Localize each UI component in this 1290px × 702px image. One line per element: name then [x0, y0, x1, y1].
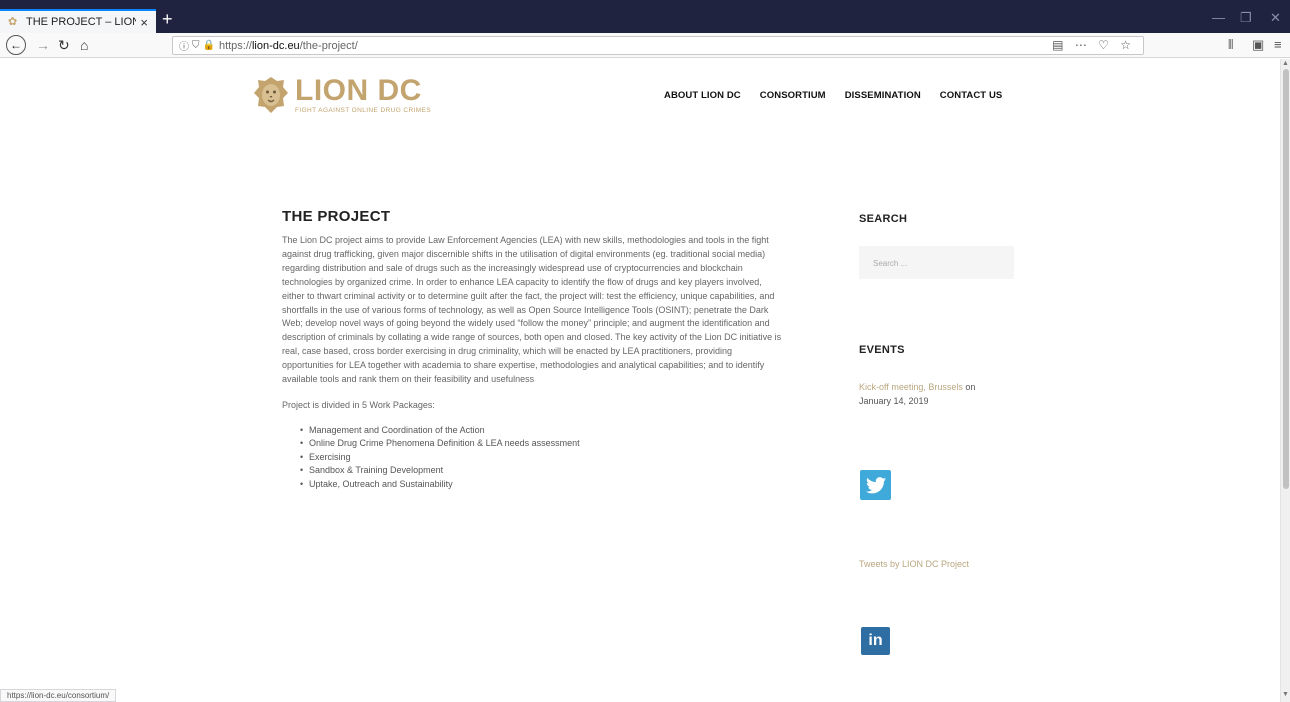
linkedin-icon[interactable]: in [861, 627, 890, 655]
site-logo[interactable]: LION DC FIGHT AGAINST ONLINE DRUG CRIMES [253, 75, 431, 115]
nav-dissemination[interactable]: DISSEMINATION [845, 90, 921, 101]
url-host: lion-dc.eu [251, 39, 300, 52]
nav-contact[interactable]: CONTACT US [940, 90, 1003, 101]
info-icon[interactable]: ⓘ [179, 38, 189, 53]
menu-icon[interactable]: ≡ [1274, 37, 1282, 52]
home-icon[interactable]: ⌂ [80, 36, 88, 54]
list-item: Management and Coordination of the Actio… [300, 424, 782, 438]
events-heading: EVENTS [859, 344, 905, 356]
main-navigation: ABOUT LION DC CONSORTIUM DISSEMINATION C… [664, 90, 1021, 101]
back-icon[interactable]: ← [6, 35, 26, 55]
logo-title: LION DC [295, 74, 422, 107]
forward-icon[interactable]: → [36, 36, 50, 54]
site-favicon-icon: ✿ [8, 16, 18, 28]
scroll-down-icon[interactable]: ▼ [1282, 691, 1289, 698]
status-bar: https://lion-dc.eu/consortium/ [0, 689, 117, 702]
work-packages-intro: Project is divided in 5 Work Packages: [282, 399, 435, 410]
page-title: THE PROJECT [282, 208, 391, 225]
article: THE PROJECT The Lion DC project aims to … [282, 208, 782, 491]
event-item: Kick-off meeting, Brussels on January 14… [859, 380, 1019, 408]
nav-about[interactable]: ABOUT LION DC [664, 90, 741, 101]
lock-icon: 🔒 [202, 40, 215, 51]
logo-tagline: FIGHT AGAINST ONLINE DRUG CRIMES [295, 107, 432, 114]
project-description: The Lion DC project aims to provide Law … [282, 235, 782, 385]
twitter-bird-icon [865, 476, 886, 493]
browser-toolbar: ← → ↻ ⌂ ⓘ ⛉ 🔒 https://lion-dc.eu/the-pro… [0, 33, 1290, 58]
list-item: Uptake, Outreach and Sustainability [300, 478, 782, 492]
lion-logo-icon [254, 77, 288, 113]
restore-icon[interactable]: ❐ [1240, 10, 1252, 26]
url-scheme: https:// [218, 39, 252, 52]
search-heading: SEARCH [859, 213, 908, 225]
reload-icon[interactable]: ↻ [58, 36, 70, 54]
work-packages-list: Management and Coordination of the Actio… [300, 424, 782, 491]
event-on: on [965, 382, 976, 392]
tweets-link[interactable]: Tweets by LION DC Project [859, 559, 969, 569]
new-tab-icon[interactable]: + [162, 10, 173, 28]
event-link[interactable]: Kick-off meeting, Brussels [859, 382, 963, 392]
scroll-up-icon[interactable]: ▲ [1282, 60, 1289, 67]
list-item: Sandbox & Training Development [300, 464, 782, 478]
page-scrollbar[interactable]: ▲ ▼ [1280, 59, 1290, 702]
web-page: LION DC FIGHT AGAINST ONLINE DRUG CRIMES… [0, 59, 1280, 702]
address-bar[interactable]: ⓘ ⛉ 🔒 https://lion-dc.eu/the-project/ ▤ … [172, 36, 1144, 55]
window-close-icon[interactable]: ✕ [1270, 10, 1281, 26]
list-item: Online Drug Crime Phenomena Definition &… [300, 437, 782, 451]
scrollbar-thumb[interactable] [1283, 69, 1289, 489]
tab-title: THE PROJECT – LION DC [26, 16, 137, 28]
twitter-icon[interactable] [860, 470, 891, 500]
library-icon[interactable]: ⫴ [1228, 37, 1233, 53]
sidebar-toggle-icon[interactable]: ▣ [1252, 37, 1264, 53]
url-path: /the-project/ [299, 39, 358, 52]
minimize-icon[interactable]: — [1212, 10, 1225, 25]
tab-close-icon[interactable]: × [140, 15, 148, 30]
browser-tab[interactable]: ✿ THE PROJECT – LION DC × [0, 9, 156, 33]
tracking-shield-icon[interactable]: ⛉ [192, 40, 200, 51]
browser-tab-bar: ✿ THE PROJECT – LION DC × + — ❐ ✕ [0, 0, 1290, 33]
list-item: Exercising [300, 451, 782, 465]
search-input[interactable]: Search ... [859, 246, 1014, 279]
page-actions[interactable]: ▤ ⋯ ♡ ☆ [1052, 38, 1135, 52]
event-date: January 14, 2019 [859, 396, 929, 406]
nav-consortium[interactable]: CONSORTIUM [760, 90, 826, 101]
